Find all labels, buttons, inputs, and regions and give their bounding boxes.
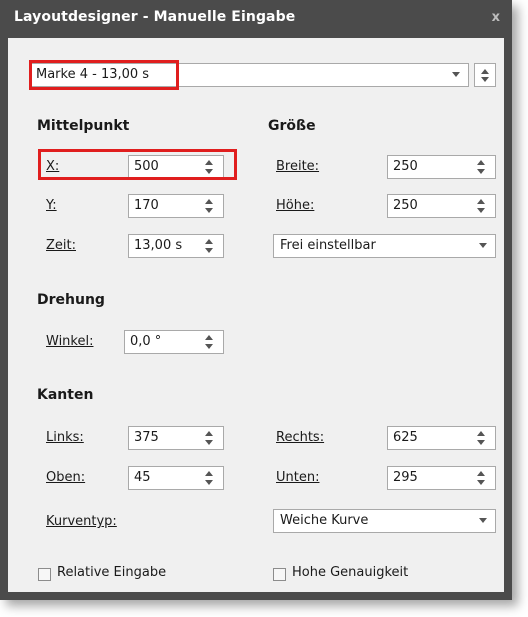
spin-arrows-icon[interactable] bbox=[205, 471, 213, 485]
spin-arrows-icon[interactable] bbox=[205, 199, 213, 213]
high-precision-checkbox[interactable] bbox=[273, 568, 286, 581]
time-stepper[interactable]: 13,00 s bbox=[128, 234, 224, 258]
size-header: Größe bbox=[268, 118, 316, 134]
arrow-down-icon[interactable] bbox=[481, 77, 489, 82]
close-icon[interactable]: x bbox=[492, 10, 500, 25]
bottom-label: Unten: bbox=[276, 470, 320, 485]
angle-value[interactable]: 0,0 ° bbox=[130, 334, 161, 349]
right-stepper[interactable]: 625 bbox=[387, 426, 496, 450]
spin-arrows-icon[interactable] bbox=[477, 471, 485, 485]
width-value[interactable]: 250 bbox=[393, 159, 418, 174]
rotation-header: Drehung bbox=[37, 292, 105, 308]
curve-type-value: Weiche Kurve bbox=[280, 513, 369, 528]
y-stepper[interactable]: 170 bbox=[128, 194, 224, 218]
size-mode-value: Frei einstellbar bbox=[280, 238, 376, 253]
right-label: Rechts: bbox=[276, 430, 325, 445]
window-frame-bottom bbox=[0, 592, 512, 600]
top-value[interactable]: 45 bbox=[134, 470, 151, 485]
center-header: Mittelpunkt bbox=[37, 118, 130, 134]
relative-input-checkbox[interactable] bbox=[38, 568, 51, 581]
angle-stepper[interactable]: 0,0 ° bbox=[124, 330, 224, 354]
chevron-down-icon[interactable] bbox=[479, 243, 487, 248]
y-label: Y: bbox=[46, 198, 57, 213]
marker-highlight bbox=[29, 60, 179, 90]
left-value[interactable]: 375 bbox=[134, 430, 159, 445]
chevron-down-icon[interactable] bbox=[479, 518, 487, 523]
time-value[interactable]: 13,00 s bbox=[134, 238, 182, 253]
edges-header: Kanten bbox=[37, 387, 94, 403]
title-bar[interactable]: Layoutdesigner - Manuelle Eingabe x bbox=[0, 0, 512, 38]
high-precision-label[interactable]: Hohe Genauigkeit bbox=[292, 565, 408, 580]
width-label: Breite: bbox=[276, 159, 320, 174]
chevron-down-icon[interactable] bbox=[452, 72, 460, 77]
y-value[interactable]: 170 bbox=[134, 198, 159, 213]
size-mode-dropdown[interactable]: Frei einstellbar bbox=[273, 234, 496, 258]
marker-stepper[interactable] bbox=[474, 63, 496, 87]
top-label: Oben: bbox=[46, 470, 86, 485]
right-value[interactable]: 625 bbox=[393, 430, 418, 445]
left-label: Links: bbox=[46, 430, 84, 445]
left-stepper[interactable]: 375 bbox=[128, 426, 224, 450]
width-stepper[interactable]: 250 bbox=[387, 155, 496, 179]
spin-arrows-icon[interactable] bbox=[477, 160, 485, 174]
angle-label: Winkel: bbox=[46, 334, 94, 349]
spin-arrows-icon[interactable] bbox=[477, 431, 485, 445]
curve-type-dropdown[interactable]: Weiche Kurve bbox=[273, 509, 496, 533]
window-title: Layoutdesigner - Manuelle Eingabe bbox=[14, 9, 296, 25]
height-stepper[interactable]: 250 bbox=[387, 194, 496, 218]
spin-arrows-icon[interactable] bbox=[477, 199, 485, 213]
height-label: Höhe: bbox=[276, 198, 315, 213]
curve-type-label: Kurventyp: bbox=[46, 514, 117, 529]
bottom-stepper[interactable]: 295 bbox=[387, 466, 496, 490]
spin-arrows-icon[interactable] bbox=[205, 335, 213, 349]
relative-input-label[interactable]: Relative Eingabe bbox=[57, 565, 166, 580]
spin-arrows-icon[interactable] bbox=[205, 239, 213, 253]
window-frame-right bbox=[504, 38, 512, 600]
window-frame-left bbox=[0, 38, 8, 600]
height-value[interactable]: 250 bbox=[393, 198, 418, 213]
time-label: Zeit: bbox=[46, 238, 76, 253]
spin-arrows-icon[interactable] bbox=[205, 431, 213, 445]
bottom-value[interactable]: 295 bbox=[393, 470, 418, 485]
arrow-up-icon[interactable] bbox=[481, 69, 489, 74]
dialog-window: Layoutdesigner - Manuelle Eingabe x Mark… bbox=[0, 0, 512, 600]
top-stepper[interactable]: 45 bbox=[128, 466, 224, 490]
x-highlight bbox=[38, 149, 237, 180]
